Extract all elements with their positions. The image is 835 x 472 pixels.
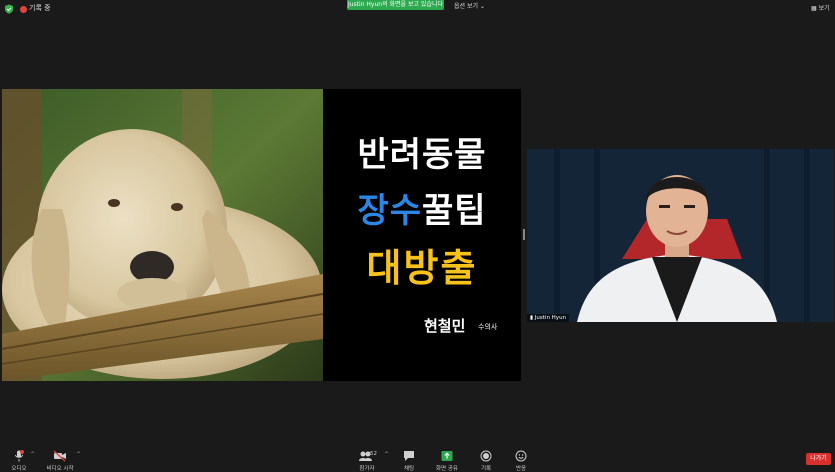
- participant-video: [527, 149, 834, 322]
- video-camera-off-icon: [53, 450, 66, 462]
- start-video-button[interactable]: 비디오 시작: [42, 450, 78, 472]
- microphone-icon: [15, 450, 24, 462]
- audio-label: 오디오: [11, 466, 27, 472]
- view-options-dropdown[interactable]: 옵션 보기 ⌄: [454, 1, 485, 10]
- chat-icon: [404, 451, 414, 461]
- presenter-name: 현철민: [424, 317, 466, 335]
- recording-label: 기록 중: [29, 4, 51, 12]
- view-button[interactable]: ▦ 보기: [811, 3, 830, 12]
- chat-button[interactable]: 채팅: [398, 450, 420, 472]
- title-line-2-blue: 장수: [357, 191, 422, 231]
- presenter-role: 수의사: [478, 323, 498, 331]
- share-screen-label: 화면 공유: [436, 466, 458, 472]
- view-button-label: 보기: [818, 5, 830, 12]
- record-label: 기록: [480, 466, 492, 472]
- audio-options-caret[interactable]: ⌃: [30, 451, 35, 458]
- start-video-label: 비디오 시작: [46, 466, 74, 472]
- reactions-button[interactable]: 반응: [510, 450, 532, 472]
- leave-button[interactable]: 나가기: [806, 453, 831, 465]
- share-screen-button[interactable]: 화면 공유: [432, 450, 462, 472]
- record-icon: [480, 450, 492, 462]
- share-screen-icon: [441, 451, 453, 461]
- participant-name-tag: ▮ Justin Hyun: [527, 314, 570, 322]
- shared-screen: 반려동물 장수꿀팁 대방출 현철민 수의사: [2, 89, 521, 381]
- audio-button[interactable]: 오디오: [6, 450, 32, 472]
- participants-label: 참가자: [359, 466, 375, 472]
- record-button[interactable]: 기록: [476, 450, 496, 472]
- title-line-2-white: 꿀팁: [422, 191, 487, 231]
- splitter-handle[interactable]: [523, 229, 525, 240]
- title-line-3: 대방출: [366, 246, 478, 290]
- participants-count: 52: [370, 451, 377, 457]
- participant-name: Justin Hyun: [534, 315, 567, 321]
- security-shield-icon[interactable]: [4, 4, 14, 14]
- participants-button[interactable]: 참가자: [352, 450, 382, 472]
- dog-photo: [2, 89, 323, 381]
- emoji-reaction-icon: [515, 450, 527, 462]
- chat-label: 채팅: [403, 466, 415, 472]
- recording-icon: [20, 6, 27, 13]
- screen-share-banner: Justin Hyun의 화면을 보고 있습니다: [347, 0, 444, 10]
- video-options-caret[interactable]: ⌃: [76, 451, 81, 458]
- reactions-label: 반응: [515, 466, 527, 472]
- grid-icon: ▦: [811, 5, 819, 12]
- participants-options-caret[interactable]: ⌃: [384, 451, 389, 458]
- title-panel: 반려동물 장수꿀팁 대방출 현철민 수의사: [323, 89, 521, 381]
- title-line-1: 반려동물: [357, 135, 487, 175]
- title-line-2: 장수꿀팁: [323, 183, 521, 232]
